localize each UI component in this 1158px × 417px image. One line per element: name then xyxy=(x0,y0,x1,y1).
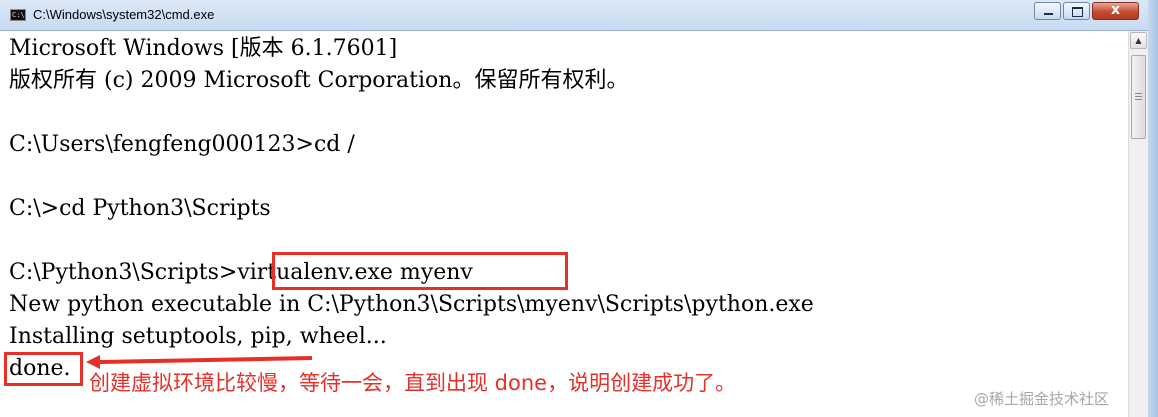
scroll-thumb[interactable] xyxy=(1131,55,1146,139)
console-line: C:\>cd Python3\Scripts xyxy=(9,196,271,221)
console-line: 版权所有 (c) 2009 Microsoft Corporation。保留所有… xyxy=(9,68,629,93)
minimize-button[interactable] xyxy=(1034,2,1061,20)
vertical-scrollbar[interactable]: ▲ xyxy=(1128,31,1148,417)
maximize-icon xyxy=(1072,7,1083,17)
maximize-button[interactable] xyxy=(1063,2,1090,20)
console-line: Microsoft Windows [版本 6.1.7601] xyxy=(9,36,398,61)
grip-line xyxy=(1135,96,1142,97)
grip-line xyxy=(1135,99,1142,100)
minimize-icon xyxy=(1044,13,1053,15)
scroll-up-arrow-icon[interactable]: ▲ xyxy=(1130,32,1147,49)
console-line: C:\Users\fengfeng000123>cd / xyxy=(9,132,355,157)
window-title: C:\Windows\system32\cmd.exe xyxy=(33,7,215,22)
window-frame-right xyxy=(1148,0,1158,417)
annotation-text: 创建虚拟环境比较慢，等待一会，直到出现 done，说明创建成功了。 xyxy=(89,371,737,395)
title-bar[interactable]: C:\ C:\Windows\system32\cmd.exe x xyxy=(0,0,1158,31)
watermark: @稀土掘金技术社区 xyxy=(974,390,1110,408)
console-line: New python executable in C:\Python3\Scri… xyxy=(9,292,814,317)
grip-line xyxy=(1135,93,1142,94)
close-button[interactable]: x xyxy=(1092,2,1139,20)
close-icon: x xyxy=(1110,2,1121,18)
cmd-window: C:\ C:\Windows\system32\cmd.exe x Micros… xyxy=(0,0,1158,417)
cmd-app-icon[interactable]: C:\ xyxy=(10,9,26,21)
done-highlight-box xyxy=(4,352,83,386)
command-highlight-box xyxy=(272,252,568,290)
console-line: Installing setuptools, pip, wheel... xyxy=(9,324,387,349)
